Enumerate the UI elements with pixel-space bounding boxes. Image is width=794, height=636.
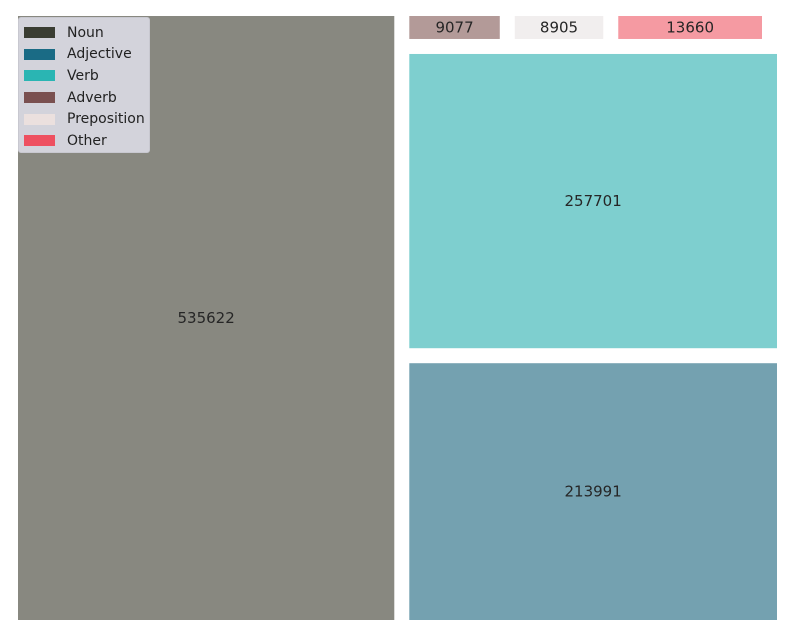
legend-swatch-verb <box>24 70 55 82</box>
legend-swatch-preposition <box>24 113 55 125</box>
legend-label-other: Other <box>67 132 107 149</box>
legend-item-adjective: Adjective <box>19 44 149 66</box>
tile-value-noun: 535622 <box>178 309 235 327</box>
legend-label-noun: Noun <box>67 24 104 41</box>
legend-item-adverb: Adverb <box>19 87 149 109</box>
legend-item-preposition: Preposition <box>19 108 149 130</box>
legend-item-verb: Verb <box>19 65 149 87</box>
tile-value-verb: 257701 <box>565 192 622 210</box>
legend-label-adverb: Adverb <box>67 89 117 106</box>
legend-swatch-noun <box>24 27 55 39</box>
legend-swatch-adverb <box>24 92 55 104</box>
legend-swatch-other <box>24 135 55 147</box>
legend-label-adjective: Adjective <box>67 46 132 63</box>
tile-value-adjective: 213991 <box>565 483 622 501</box>
legend-swatch-adjective <box>24 48 55 60</box>
tile-value-adverb: 9077 <box>435 18 473 36</box>
legend-item-other: Other <box>19 130 149 152</box>
legend-label-verb: Verb <box>67 67 99 84</box>
tile-value-preposition: 8905 <box>540 18 578 36</box>
legend-item-noun: Noun <box>19 22 149 44</box>
legend: Noun Adjective Verb Adverb Preposition O… <box>18 17 150 153</box>
legend-label-preposition: Preposition <box>67 111 145 128</box>
tile-value-other: 13660 <box>666 18 714 36</box>
